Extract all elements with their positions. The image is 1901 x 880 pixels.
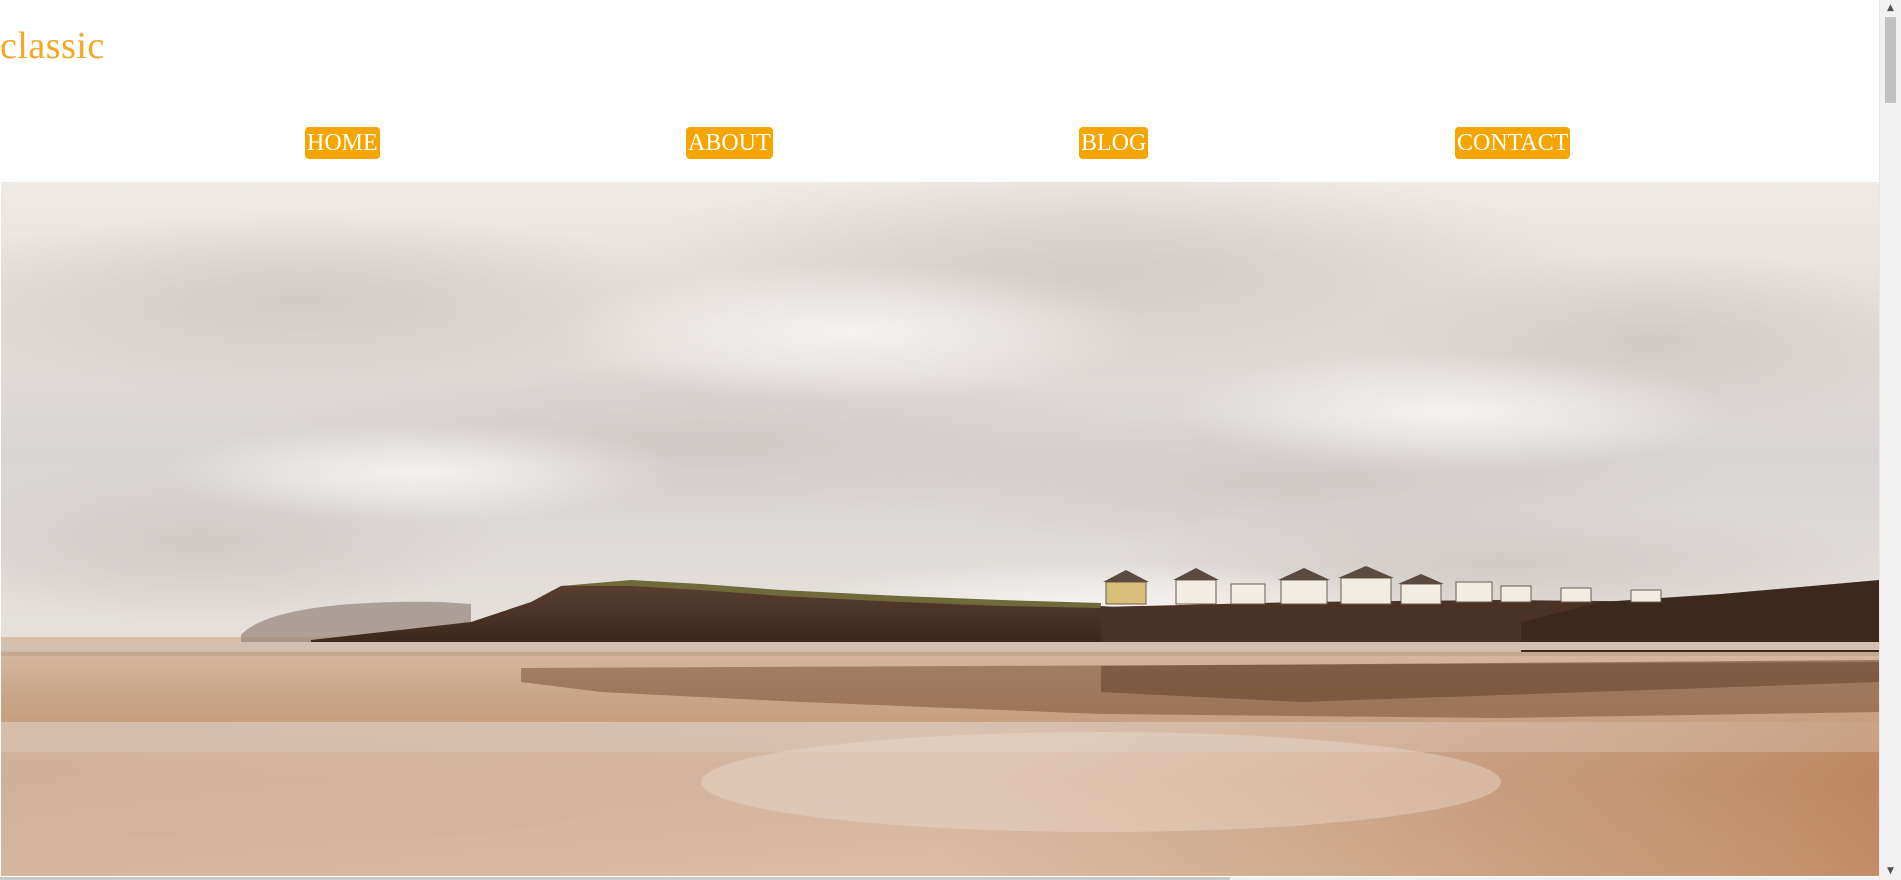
nav-home-button[interactable]: HOME [305,127,380,159]
nav-about-button[interactable]: ABOUT [686,127,773,159]
scroll-down-icon[interactable]: ▼ [1880,863,1901,880]
vertical-scrollbar[interactable]: ▲ ▼ [1879,0,1901,880]
beach-landscape-photo [1,182,1879,876]
site-logo[interactable]: classic [0,24,105,68]
nav-contact-button[interactable]: CONTACT [1455,127,1571,159]
nav-blog-button[interactable]: BLOG [1079,127,1149,159]
scroll-up-icon[interactable]: ▲ [1880,0,1901,17]
vertical-scroll-thumb[interactable] [1885,17,1896,103]
main-nav: HOME ABOUT BLOG CONTACT [0,127,1880,159]
hero-image [1,182,1879,876]
page: classic HOME ABOUT BLOG CONTACT ▲ ▼ [0,0,1901,880]
